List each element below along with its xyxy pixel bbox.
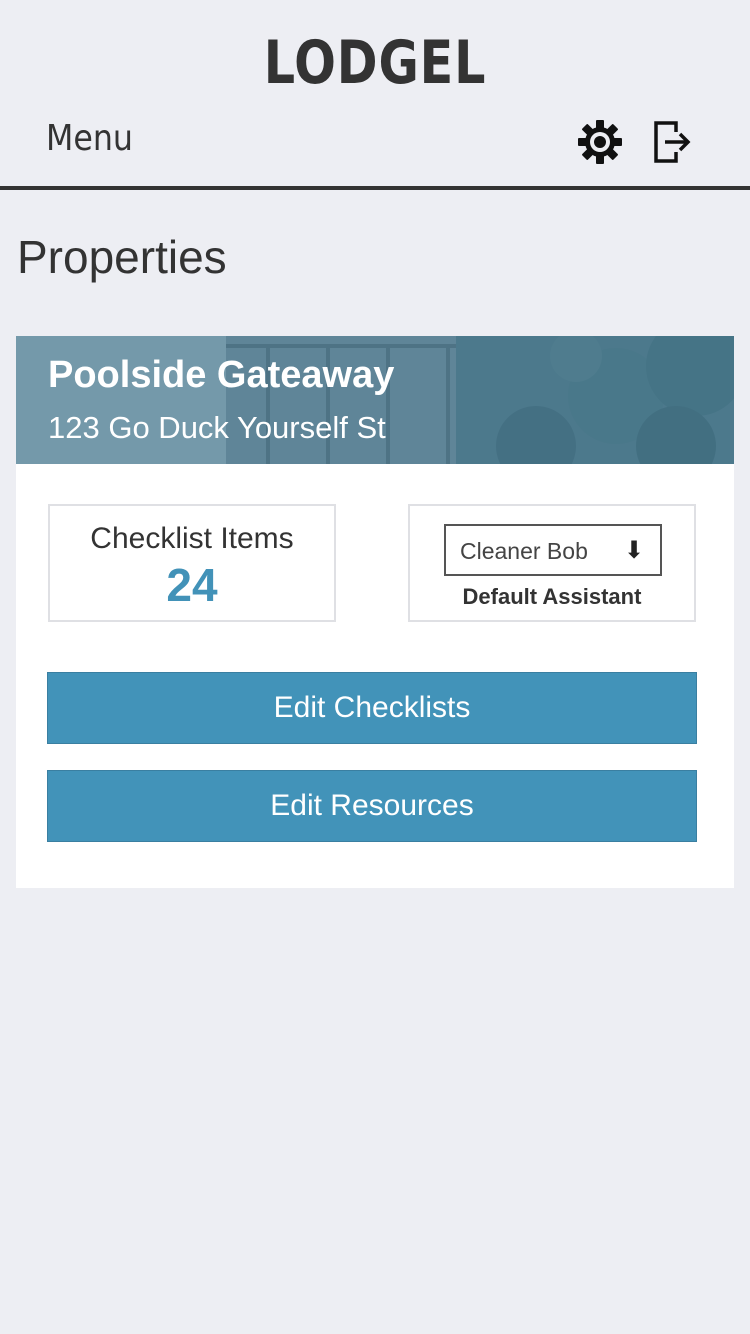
assistant-select[interactable]: Cleaner Bob ⬇ xyxy=(444,524,662,576)
default-assistant-box: Cleaner Bob ⬇ Default Assistant xyxy=(408,504,696,622)
property-name: Poolside Gateaway xyxy=(48,354,395,396)
logout-icon xyxy=(654,121,691,163)
checklist-items-box: Checklist Items 24 xyxy=(48,504,336,622)
property-banner: Poolside Gateaway 123 Go Duck Yourself S… xyxy=(16,336,734,464)
menu-button[interactable]: Menu xyxy=(46,118,133,159)
checklist-items-label: Checklist Items xyxy=(90,522,294,555)
assistant-select-value: Cleaner Bob xyxy=(460,538,588,564)
gear-icon xyxy=(578,120,622,164)
arrow-down-icon: ⬇ xyxy=(623,537,644,564)
checklist-items-count: 24 xyxy=(166,559,218,611)
settings-button[interactable] xyxy=(576,118,624,166)
app-header: LODGEL Menu xyxy=(0,0,750,190)
page-title: Properties xyxy=(17,231,227,283)
property-address: 123 Go Duck Yourself St xyxy=(48,410,386,445)
default-assistant-label: Default Assistant xyxy=(462,584,642,609)
edit-checklists-button[interactable]: Edit Checklists xyxy=(47,672,697,744)
edit-resources-button[interactable]: Edit Resources xyxy=(47,770,697,842)
property-card: Poolside Gateaway 123 Go Duck Yourself S… xyxy=(16,336,734,888)
logout-button[interactable] xyxy=(652,118,692,166)
app-logo: LODGEL xyxy=(263,28,487,98)
